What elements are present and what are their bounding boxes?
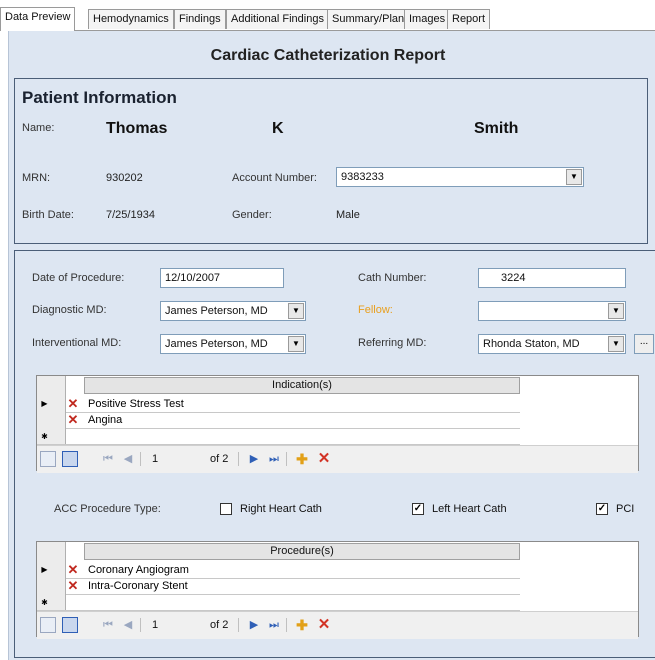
cath-number-label: Cath Number:: [358, 272, 427, 284]
last-record-icon[interactable]: ⏭: [266, 617, 282, 633]
next-record-icon[interactable]: ▶: [246, 617, 262, 633]
referring-md-value: Rhonda Staton, MD: [483, 338, 580, 350]
account-number-label: Account Number:: [232, 172, 317, 184]
current-row-pointer-icon: ▶: [41, 399, 48, 408]
account-number-value: 9383233: [341, 171, 384, 183]
page-count: of 2: [210, 619, 229, 631]
chevron-down-icon[interactable]: ▼: [566, 169, 582, 185]
right-heart-cath-checkbox[interactable]: [220, 503, 232, 515]
date-of-procedure-input[interactable]: 12/10/2007: [160, 268, 284, 288]
acc-procedure-type-label: ACC Procedure Type:: [54, 503, 161, 515]
diagnostic-md-dropdown[interactable]: James Peterson, MD ▼: [160, 301, 306, 321]
next-record-icon[interactable]: ▶: [246, 451, 262, 467]
last-record-icon[interactable]: ⏭: [266, 451, 282, 467]
chevron-down-icon[interactable]: ▼: [288, 303, 304, 319]
delete-record-icon[interactable]: ✕: [316, 617, 332, 633]
tab-findings[interactable]: Findings: [174, 9, 226, 29]
tab-report[interactable]: Report: [447, 9, 491, 29]
first-record-icon[interactable]: ⏮: [100, 451, 116, 467]
chevron-down-icon[interactable]: ▼: [288, 336, 304, 352]
procedure-row[interactable]: Intra-Coronary Stent: [88, 579, 188, 593]
last-name: Smith: [474, 120, 519, 137]
nav-separator: [140, 618, 141, 632]
fellow-label: Fellow:: [358, 304, 393, 316]
grid-view-icon[interactable]: [40, 617, 56, 633]
page-count: of 2: [210, 453, 229, 465]
delete-record-icon[interactable]: ✕: [316, 451, 332, 467]
delete-row-icon[interactable]: ✕: [66, 563, 80, 577]
current-page-number[interactable]: 1: [152, 619, 158, 631]
pci-label[interactable]: PCI: [616, 503, 634, 515]
row-divider: [66, 594, 520, 595]
pci-checkbox[interactable]: ✓: [596, 503, 608, 515]
delete-row-icon[interactable]: ✕: [66, 579, 80, 593]
indications-header[interactable]: Indication(s): [84, 377, 520, 394]
delete-row-icon[interactable]: ✕: [66, 397, 80, 411]
tab-additional-findings[interactable]: Additional Findings: [226, 9, 329, 29]
form-view-icon[interactable]: [62, 617, 78, 633]
chevron-down-icon[interactable]: ▼: [608, 336, 624, 352]
cath-number-input[interactable]: 3224: [478, 268, 626, 288]
account-number-dropdown[interactable]: 9383233 ▼: [336, 167, 584, 187]
date-of-procedure-label: Date of Procedure:: [32, 272, 125, 284]
gender-value: Male: [336, 209, 360, 221]
tab-data-preview[interactable]: Data Preview: [0, 7, 76, 31]
indication-row[interactable]: Angina: [88, 413, 122, 427]
new-row-icon: ✱: [41, 598, 48, 607]
name-label: Name:: [22, 122, 55, 134]
procedure-row[interactable]: Coronary Angiogram: [88, 563, 189, 577]
previous-record-icon[interactable]: ◀: [120, 617, 136, 633]
grid-view-icon[interactable]: [40, 451, 56, 467]
mrn-value: 930202: [106, 172, 143, 184]
interventional-md-dropdown[interactable]: James Peterson, MD ▼: [160, 334, 306, 354]
form-view-icon[interactable]: [62, 451, 78, 467]
left-heart-cath-checkbox[interactable]: ✓: [412, 503, 424, 515]
tab-summary-plan[interactable]: Summary/Plan: [327, 9, 410, 29]
current-page-number[interactable]: 1: [152, 453, 158, 465]
diagnostic-md-value: James Peterson, MD: [165, 305, 268, 317]
tab-images[interactable]: Images: [404, 9, 451, 29]
nav-separator: [140, 452, 141, 466]
row-divider: [66, 412, 520, 413]
add-row-icon[interactable]: ✚: [294, 617, 310, 633]
new-row-icon: ✱: [41, 432, 48, 441]
referring-md-lookup-button[interactable]: ...: [634, 334, 654, 354]
referring-md-label: Referring MD:: [358, 337, 427, 349]
patient-information-title: Patient Information: [22, 88, 177, 107]
middle-initial: K: [272, 120, 284, 137]
interventional-md-label: Interventional MD:: [32, 337, 122, 349]
row-divider: [66, 428, 520, 429]
mrn-label: MRN:: [22, 172, 51, 184]
nav-separator: [286, 618, 287, 632]
procedures-header[interactable]: Procedure(s): [84, 543, 520, 560]
delete-row-icon[interactable]: ✕: [66, 413, 80, 427]
nav-separator: [238, 452, 239, 466]
add-row-icon[interactable]: ✚: [294, 451, 310, 467]
diagnostic-md-label: Diagnostic MD:: [32, 304, 107, 316]
first-record-icon[interactable]: ⏮: [100, 617, 116, 633]
nav-separator: [286, 452, 287, 466]
right-heart-cath-label[interactable]: Right Heart Cath: [240, 503, 322, 515]
birth-date-label: Birth Date:: [22, 209, 74, 221]
current-row-pointer-icon: ▶: [41, 565, 48, 574]
previous-record-icon[interactable]: ◀: [120, 451, 136, 467]
tab-hemodynamics[interactable]: Hemodynamics: [88, 9, 174, 29]
chevron-down-icon[interactable]: ▼: [608, 303, 624, 319]
fellow-dropdown[interactable]: ▼: [478, 301, 626, 321]
referring-md-dropdown[interactable]: Rhonda Staton, MD ▼: [478, 334, 626, 354]
birth-date-value: 7/25/1934: [106, 209, 155, 221]
gender-label: Gender:: [232, 209, 272, 221]
interventional-md-value: James Peterson, MD: [165, 338, 268, 350]
indication-row[interactable]: Positive Stress Test: [88, 397, 184, 411]
nav-separator: [238, 618, 239, 632]
report-title: Cardiac Catheterization Report: [210, 47, 446, 64]
first-name: Thomas: [106, 120, 168, 137]
left-heart-cath-label[interactable]: Left Heart Cath: [432, 503, 507, 515]
